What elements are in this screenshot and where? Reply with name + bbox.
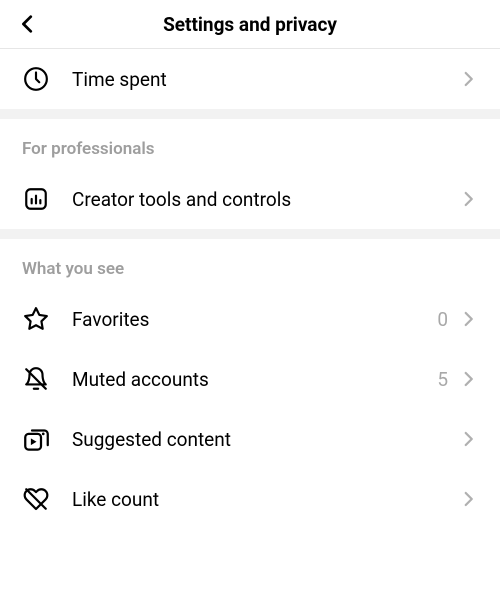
row-favorites[interactable]: Favorites 0 <box>0 289 500 349</box>
section-header-what-you-see: What you see <box>0 239 500 289</box>
chevron-right-icon <box>458 69 478 89</box>
row-label: Muted accounts <box>72 368 437 391</box>
row-creator-tools[interactable]: Creator tools and controls <box>0 169 500 229</box>
heart-off-icon <box>22 485 50 513</box>
section-gap <box>0 229 500 239</box>
row-count: 0 <box>437 308 448 331</box>
row-label: Time spent <box>72 68 458 91</box>
row-label: Creator tools and controls <box>72 188 458 211</box>
section-gap <box>0 109 500 119</box>
star-icon <box>22 305 50 333</box>
row-time-spent[interactable]: Time spent <box>0 49 500 109</box>
row-label: Suggested content <box>72 428 458 451</box>
chevron-right-icon <box>458 429 478 449</box>
row-muted-accounts[interactable]: Muted accounts 5 <box>0 349 500 409</box>
row-label: Like count <box>72 488 458 511</box>
clock-icon <box>22 65 50 93</box>
row-like-count[interactable]: Like count <box>0 469 500 529</box>
section-header-professionals: For professionals <box>0 119 500 169</box>
chevron-right-icon <box>458 309 478 329</box>
chevron-left-icon <box>17 13 39 35</box>
analytics-icon <box>22 185 50 213</box>
header: Settings and privacy <box>0 0 500 48</box>
chevron-right-icon <box>458 189 478 209</box>
chevron-right-icon <box>458 369 478 389</box>
bell-off-icon <box>22 365 50 393</box>
back-button[interactable] <box>12 8 44 40</box>
media-stack-icon <box>22 425 50 453</box>
row-suggested-content[interactable]: Suggested content <box>0 409 500 469</box>
chevron-right-icon <box>458 489 478 509</box>
row-count: 5 <box>437 368 448 391</box>
row-label: Favorites <box>72 308 437 331</box>
page-title: Settings and privacy <box>163 13 337 36</box>
